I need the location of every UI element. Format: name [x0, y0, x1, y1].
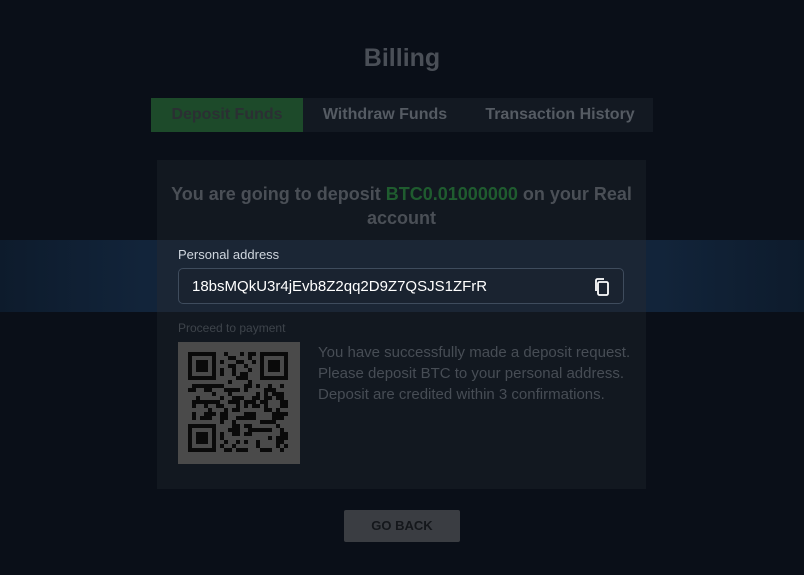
headline-prefix: You are going to deposit: [171, 184, 381, 204]
tab-transaction-history[interactable]: Transaction History: [467, 98, 653, 132]
address-field[interactable]: 18bsMQkU3r4jEvb8Z2qq2D9Z7QSJS1ZFrR: [178, 268, 624, 304]
billing-tabs: Deposit Funds Withdraw Funds Transaction…: [151, 98, 653, 132]
go-back-button[interactable]: GO BACK: [344, 510, 460, 542]
deposit-headline: You are going to deposit BTC0.01000000 o…: [157, 182, 646, 230]
proceed-label: Proceed to payment: [178, 321, 286, 335]
tab-deposit-funds[interactable]: Deposit Funds: [151, 98, 303, 132]
page-title: Billing: [363, 44, 441, 72]
address-label: Personal address: [178, 247, 280, 262]
address-value[interactable]: 18bsMQkU3r4jEvb8Z2qq2D9Z7QSJS1ZFrR: [192, 278, 487, 295]
qr-code: [178, 342, 300, 464]
deposit-amount: BTC0.01000000: [385, 184, 518, 204]
tab-withdraw-funds[interactable]: Withdraw Funds: [303, 98, 467, 132]
deposit-info-text: You have successfully made a deposit req…: [318, 344, 631, 403]
copy-icon[interactable]: [593, 277, 611, 297]
